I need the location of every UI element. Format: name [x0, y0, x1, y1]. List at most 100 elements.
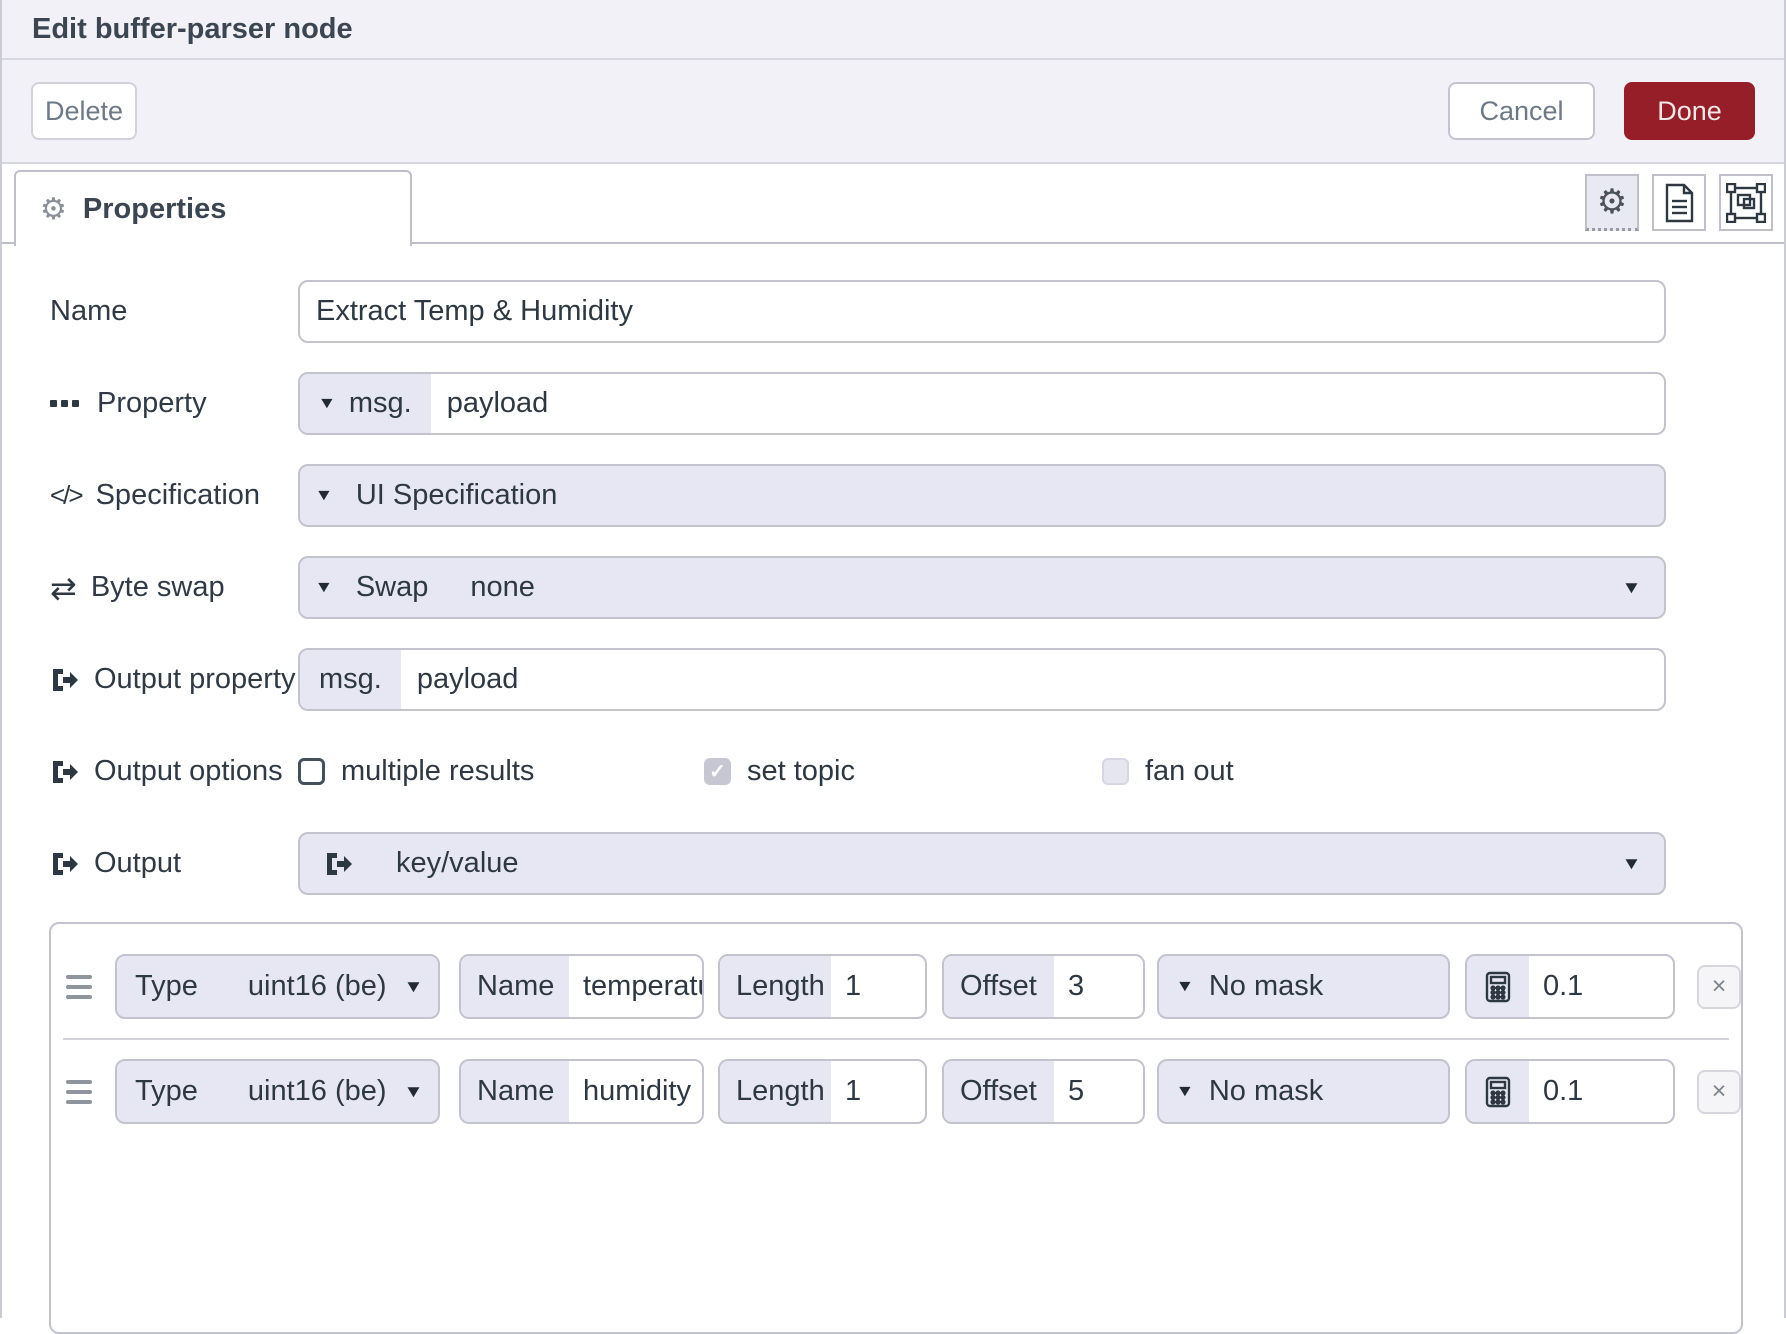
item-name-field: Name temperature — [459, 954, 704, 1019]
item-scale-field: 0.1 — [1465, 954, 1675, 1019]
drag-handle-icon[interactable] — [66, 1080, 92, 1104]
dialog-button-row: Delete Cancel Done — [2, 60, 1784, 164]
remove-item-button[interactable]: × — [1697, 1070, 1741, 1114]
gear-icon: ⚙ — [1597, 182, 1627, 222]
sign-out-icon — [50, 757, 80, 787]
item-offset-label: Offset — [944, 956, 1054, 1017]
tab-properties-label: Properties — [83, 193, 226, 226]
item-mask-value: No mask — [1209, 1075, 1323, 1108]
chevron-down-icon: ▼ — [1621, 854, 1641, 874]
sign-out-icon — [50, 849, 80, 879]
option-multiple-results: multiple results — [298, 755, 704, 788]
item-length-input[interactable]: 1 — [831, 1061, 925, 1122]
fan-out-checkbox[interactable] — [1102, 758, 1129, 785]
item-type-select[interactable]: Type uint16 (be) ▼ — [115, 1059, 440, 1124]
close-icon: × — [1712, 1077, 1727, 1106]
sign-out-icon — [324, 849, 354, 879]
form-row-output-property: Output property msg. payload — [50, 648, 1666, 711]
item-offset-field: Offset 5 — [942, 1059, 1145, 1124]
output-options-label: Output options — [50, 755, 298, 788]
option-fan-out: fan out — [1102, 755, 1234, 788]
properties-form: Name Extract Temp & Humidity Property ▼ … — [2, 244, 1784, 895]
item-type-select[interactable]: Type uint16 (be) ▼ — [115, 954, 440, 1019]
item-divider — [63, 1038, 1729, 1040]
parser-item-row: Type uint16 (be) ▼ Name temperature Leng… — [51, 954, 1741, 1019]
chevron-down-icon: ▼ — [317, 395, 336, 413]
name-value[interactable]: Extract Temp & Humidity — [300, 282, 1664, 341]
ellipsis-icon — [50, 400, 83, 407]
item-offset-label: Offset — [944, 1061, 1054, 1122]
item-offset-input[interactable]: 3 — [1054, 956, 1143, 1017]
fan-out-label: fan out — [1145, 755, 1234, 788]
multiple-results-label: multiple results — [341, 755, 534, 788]
item-mask-select[interactable]: ▼ No mask — [1157, 1059, 1450, 1124]
property-typed-input[interactable]: ▼ msg. payload — [298, 372, 1666, 435]
form-row-property: Property ▼ msg. payload — [50, 372, 1666, 435]
item-type-value: uint16 (be) — [248, 970, 387, 1003]
cancel-button[interactable]: Cancel — [1448, 82, 1595, 140]
byteswap-select[interactable]: ▼ Swap none ▼ — [298, 556, 1666, 619]
chevron-down-icon: ▼ — [1175, 978, 1194, 996]
name-label: Name — [50, 295, 298, 328]
chevron-down-icon: ▼ — [314, 579, 333, 597]
byteswap-selected: none — [470, 571, 535, 604]
option-set-topic: ✓ set topic — [704, 755, 1102, 788]
property-label: Property — [50, 387, 298, 420]
specification-value[interactable]: ▼ UI Specification — [300, 466, 1664, 525]
drag-handle-icon[interactable] — [66, 975, 92, 999]
output-selected: key/value — [396, 847, 519, 880]
set-topic-label: set topic — [747, 755, 855, 788]
item-mask-select[interactable]: ▼ No mask — [1157, 954, 1450, 1019]
item-length-field: Length 1 — [718, 954, 927, 1019]
set-topic-checkbox[interactable]: ✓ — [704, 758, 731, 785]
output-property-value[interactable]: payload — [401, 650, 1664, 709]
done-button[interactable]: Done — [1624, 82, 1755, 140]
item-scale-input[interactable]: 0.1 — [1529, 956, 1673, 1017]
item-name-input[interactable]: temperature — [569, 956, 704, 1017]
dialog-titlebar: Edit buffer-parser node — [2, 0, 1784, 60]
chevron-down-icon: ▼ — [403, 977, 423, 997]
output-property-type-label: msg. — [300, 650, 401, 709]
byteswap-value[interactable]: ▼ Swap none — [300, 558, 1664, 617]
item-type-label: Type — [135, 970, 198, 1003]
form-row-byteswap: ⇄ Byte swap ▼ Swap none ▼ — [50, 556, 1666, 619]
remove-item-button[interactable]: × — [1697, 965, 1741, 1009]
calculator-icon — [1467, 956, 1529, 1017]
appearance-section-button[interactable] — [1719, 174, 1773, 231]
output-property-typed-input[interactable]: msg. payload — [298, 648, 1666, 711]
multiple-results-checkbox[interactable] — [298, 758, 325, 785]
form-row-name: Name Extract Temp & Humidity — [50, 280, 1666, 343]
chevron-down-icon: ▼ — [1621, 578, 1641, 598]
item-length-label: Length — [720, 956, 831, 1017]
item-scale-input[interactable]: 0.1 — [1529, 1061, 1673, 1122]
output-property-label: Output property — [50, 663, 298, 696]
code-icon: </> — [50, 480, 82, 511]
specification-label: </> Specification — [50, 479, 298, 512]
delete-button[interactable]: Delete — [31, 82, 137, 140]
item-name-label: Name — [461, 1061, 569, 1122]
byteswap-label: ⇄ Byte swap — [50, 571, 298, 604]
item-type-label: Type — [135, 1075, 198, 1108]
calculator-icon — [1467, 1061, 1529, 1122]
item-scale-field: 0.1 — [1465, 1059, 1675, 1124]
sign-out-icon — [50, 665, 80, 695]
specification-select[interactable]: ▼ UI Specification — [298, 464, 1666, 527]
gear-icon: ⚙ — [40, 192, 67, 227]
item-offset-input[interactable]: 5 — [1054, 1061, 1143, 1122]
name-input[interactable]: Extract Temp & Humidity — [298, 280, 1666, 343]
item-name-input[interactable]: humidity — [569, 1061, 702, 1122]
form-row-specification: </> Specification ▼ UI Specification — [50, 464, 1666, 527]
parser-item-row: Type uint16 (be) ▼ Name humidity Length … — [51, 1059, 1741, 1124]
tab-properties[interactable]: ⚙ Properties — [14, 170, 412, 246]
byteswap-prefix: Swap — [356, 571, 429, 604]
property-value[interactable]: payload — [431, 374, 1664, 433]
output-select[interactable]: key/value ▼ — [298, 832, 1666, 895]
item-name-field: Name humidity — [459, 1059, 704, 1124]
property-type-select[interactable]: ▼ msg. — [300, 374, 431, 433]
properties-section-button[interactable]: ⚙ — [1585, 174, 1639, 231]
chevron-down-icon: ▼ — [1175, 1083, 1194, 1101]
item-length-input[interactable]: 1 — [831, 956, 925, 1017]
description-section-button[interactable] — [1652, 174, 1706, 231]
editor-section-buttons: ⚙ — [1585, 174, 1773, 231]
output-value[interactable]: key/value — [300, 834, 1664, 893]
